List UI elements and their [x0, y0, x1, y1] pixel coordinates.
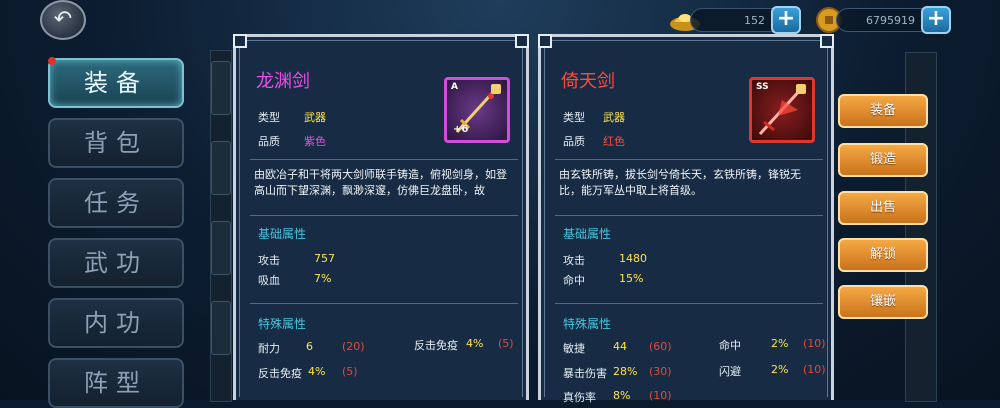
- special-attr-label: 反击免疫: [414, 339, 458, 352]
- special-attr-max: (10): [803, 337, 826, 350]
- attr-attack-value: 757: [314, 252, 335, 265]
- notification-dot: [48, 57, 56, 65]
- category-tabs: 装备 背包 任务 武功 内功 阵型: [42, 52, 192, 408]
- special-attr-value: 28%: [613, 365, 638, 378]
- back-button[interactable]: ↶: [40, 0, 86, 40]
- item-panel-yitian: 倚天剑 类型 武器 品质 红色 SS 由玄铁所铸，拔长剑兮倚长天，玄铁所铸，锋锐…: [538, 34, 834, 404]
- attr-attack-label: 攻击: [563, 254, 585, 267]
- special-attr-label: 闪避: [719, 365, 741, 378]
- ingot-value: 152: [744, 14, 765, 27]
- special-attr-label: 反击免疫: [258, 367, 302, 380]
- special-attr-label: 命中: [719, 339, 741, 352]
- special-attr-max: (10): [803, 363, 826, 376]
- special-attr-max: (5): [342, 365, 358, 378]
- enhance-level: +6: [453, 124, 469, 135]
- quality-label: 品质: [563, 135, 585, 148]
- tab-martial-arts[interactable]: 武功: [48, 238, 184, 288]
- item-icon-frame[interactable]: A +6: [444, 77, 510, 143]
- special-attr-label: 耐力: [258, 342, 280, 355]
- add-ingot-button[interactable]: +: [771, 6, 801, 34]
- attr-lifesteal-label: 吸血: [258, 274, 280, 287]
- coin-counter: 6795919 +: [836, 6, 951, 34]
- attr-attack-label: 攻击: [258, 254, 280, 267]
- special-attr-value: 2%: [771, 363, 789, 376]
- forge-button[interactable]: 锻造: [838, 143, 928, 177]
- quality-label: 品质: [258, 135, 280, 148]
- grade-badge: A: [451, 82, 458, 92]
- quality-value: 红色: [603, 135, 625, 148]
- item-panel-longyuan: 龙渊剑 类型 武器 品质 紫色 A +6 由欧冶子和干将两大剑师联手铸造，俯视剑…: [233, 34, 529, 400]
- item-description: 由玄铁所铸，拔长剑兮倚长天，玄铁所铸，锋锐无比，能万军丛中取上将首级。: [559, 168, 801, 197]
- tab-inner-skills[interactable]: 内功: [48, 298, 184, 348]
- back-arrow-icon: ↶: [53, 7, 73, 32]
- special-attr-max: (20): [342, 340, 365, 353]
- coin-value: 6795919: [866, 14, 915, 27]
- sell-button[interactable]: 出售: [838, 191, 928, 225]
- item-description: 由欧冶子和干将两大剑师联手铸造，俯视剑身，如登高山而下望深渊，飘渺深邃，仿佛巨龙…: [254, 168, 507, 197]
- special-attr-max: (60): [649, 340, 672, 353]
- attr-hit-label: 命中: [563, 274, 585, 287]
- type-value: 武器: [304, 111, 326, 124]
- special-attr-max: (5): [498, 337, 514, 350]
- tab-quests[interactable]: 任务: [48, 178, 184, 228]
- item-name: 倚天剑: [561, 71, 615, 92]
- grade-badge: SS: [756, 82, 769, 92]
- unlock-button[interactable]: 解锁: [838, 238, 928, 272]
- attr-hit-value: 15%: [619, 272, 644, 285]
- equip-button[interactable]: 装备: [838, 94, 928, 128]
- special-attr-value: 6: [306, 340, 313, 353]
- special-attr-max: (10): [649, 389, 672, 402]
- quality-value: 紫色: [304, 135, 326, 148]
- special-attr-value: 4%: [308, 365, 326, 378]
- special-attributes-title: 特殊属性: [563, 317, 612, 331]
- special-attr-label: 敏捷: [563, 342, 585, 355]
- tab-formation[interactable]: 阵型: [48, 358, 184, 408]
- special-attributes-title: 特殊属性: [258, 317, 307, 331]
- type-value: 武器: [603, 111, 625, 124]
- inventory-strip-left: [210, 50, 232, 402]
- tab-equipment[interactable]: 装备: [48, 58, 184, 108]
- item-name: 龙渊剑: [256, 71, 310, 92]
- type-label: 类型: [563, 111, 585, 124]
- attr-lifesteal-value: 7%: [314, 272, 332, 285]
- special-attr-value: 44: [613, 340, 627, 353]
- type-label: 类型: [258, 111, 280, 124]
- inlay-button[interactable]: 镶嵌: [838, 285, 928, 319]
- special-attr-label: 真伤率: [563, 391, 596, 404]
- special-attr-value: 2%: [771, 337, 789, 350]
- special-attr-value: 8%: [613, 389, 631, 402]
- base-attributes-title: 基础属性: [258, 227, 307, 241]
- ingot-counter: 152 +: [690, 6, 801, 34]
- special-attr-value: 4%: [466, 337, 484, 350]
- item-icon-frame[interactable]: SS: [749, 77, 815, 143]
- special-attr-max: (30): [649, 365, 672, 378]
- attr-attack-value: 1480: [619, 252, 647, 265]
- add-coin-button[interactable]: +: [921, 6, 951, 34]
- base-attributes-title: 基础属性: [563, 227, 612, 241]
- special-attr-label: 暴击伤害: [563, 367, 607, 380]
- tab-backpack[interactable]: 背包: [48, 118, 184, 168]
